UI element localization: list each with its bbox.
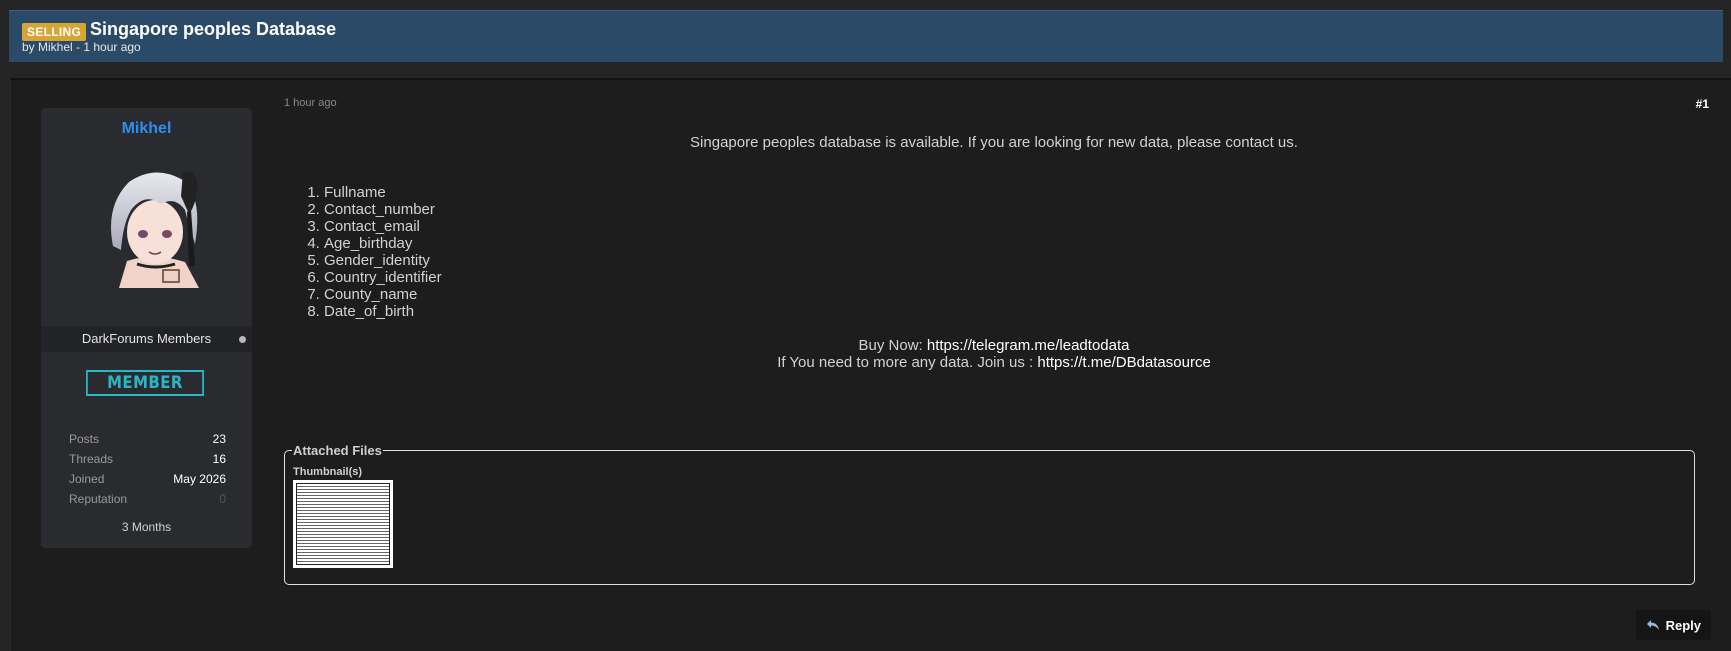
list-item: Contact_number: [324, 201, 442, 218]
thumbnails-label: Thumbnail(s): [293, 466, 363, 478]
attached-files-box: Attached Files Thumbnail(s): [284, 443, 1695, 585]
stat-value[interactable]: 16: [213, 452, 226, 466]
thread-meta: by Mikhel - 1 hour ago: [22, 40, 141, 54]
user-group-bar: DarkForums Members: [41, 326, 252, 352]
attachment-thumbnail[interactable]: [293, 480, 393, 568]
attached-files-legend: Attached Files: [292, 443, 383, 458]
author-panel: Mikhel DarkForums Members MEMBER Posts 2…: [41, 108, 252, 548]
list-item: Date_of_birth: [324, 303, 442, 320]
offline-status-icon: [239, 336, 246, 343]
stat-label: Threads: [69, 452, 114, 466]
member-tenure: 3 Months: [121, 520, 172, 534]
stat-value: May 2026: [173, 472, 226, 486]
contact-block: Buy Now: https://telegram.me/leadtodata …: [284, 337, 1704, 371]
stat-label: Reputation: [69, 492, 128, 506]
stat-row-threads: Threads 16: [69, 452, 226, 472]
thread-prefix-badge: SELLING: [22, 23, 87, 41]
stat-row-posts: Posts 23: [69, 432, 226, 452]
post-timestamp: 1 hour ago: [284, 97, 337, 109]
reply-arrow-icon: [1646, 620, 1659, 630]
author-stats: Posts 23 Threads 16 Joined May 2026 Repu…: [69, 432, 226, 512]
list-item: Country_identifier: [324, 269, 442, 286]
buy-now-line: Buy Now: https://telegram.me/leadtodata: [284, 337, 1704, 354]
post: Mikhel DarkForums Members MEMBER Posts 2…: [10, 78, 1731, 651]
reply-label: Reply: [1665, 617, 1701, 633]
list-item: Age_birthday: [324, 235, 442, 252]
thread-header: SELLING Singapore peoples Database by Mi…: [9, 10, 1723, 62]
buy-now-link[interactable]: https://telegram.me/leadtodata: [927, 337, 1130, 354]
user-group-label: DarkForums Members: [81, 331, 212, 346]
stat-value[interactable]: 0: [219, 492, 226, 506]
join-link[interactable]: https://t.me/DBdatasource: [1037, 354, 1210, 371]
stat-value[interactable]: 23: [213, 432, 226, 446]
spreadsheet-preview-image: [296, 483, 390, 565]
stat-label: Posts: [69, 432, 100, 446]
avatar[interactable]: [99, 166, 209, 288]
stat-label: Joined: [69, 472, 105, 486]
thread-title: Singapore peoples Database: [90, 19, 337, 39]
author-name-link[interactable]: Mikhel: [41, 120, 252, 138]
buy-now-label: Buy Now:: [858, 337, 927, 354]
stat-row-joined: Joined May 2026: [69, 472, 226, 492]
list-item: Fullname: [324, 184, 442, 201]
reply-button[interactable]: Reply: [1635, 610, 1711, 640]
list-item: County_name: [324, 286, 442, 303]
post-permalink[interactable]: #1: [1696, 97, 1709, 111]
list-item: Gender_identity: [324, 252, 442, 269]
stat-row-reputation: Reputation 0: [69, 492, 226, 512]
list-item: Contact_email: [324, 218, 442, 235]
join-label: If You need to more any data. Join us :: [777, 354, 1038, 371]
rank-badge: MEMBER: [86, 370, 204, 396]
join-line: If You need to more any data. Join us : …: [284, 354, 1704, 371]
field-list: Fullname Contact_number Contact_email Ag…: [306, 184, 442, 320]
post-intro: Singapore peoples database is available.…: [690, 134, 1298, 151]
